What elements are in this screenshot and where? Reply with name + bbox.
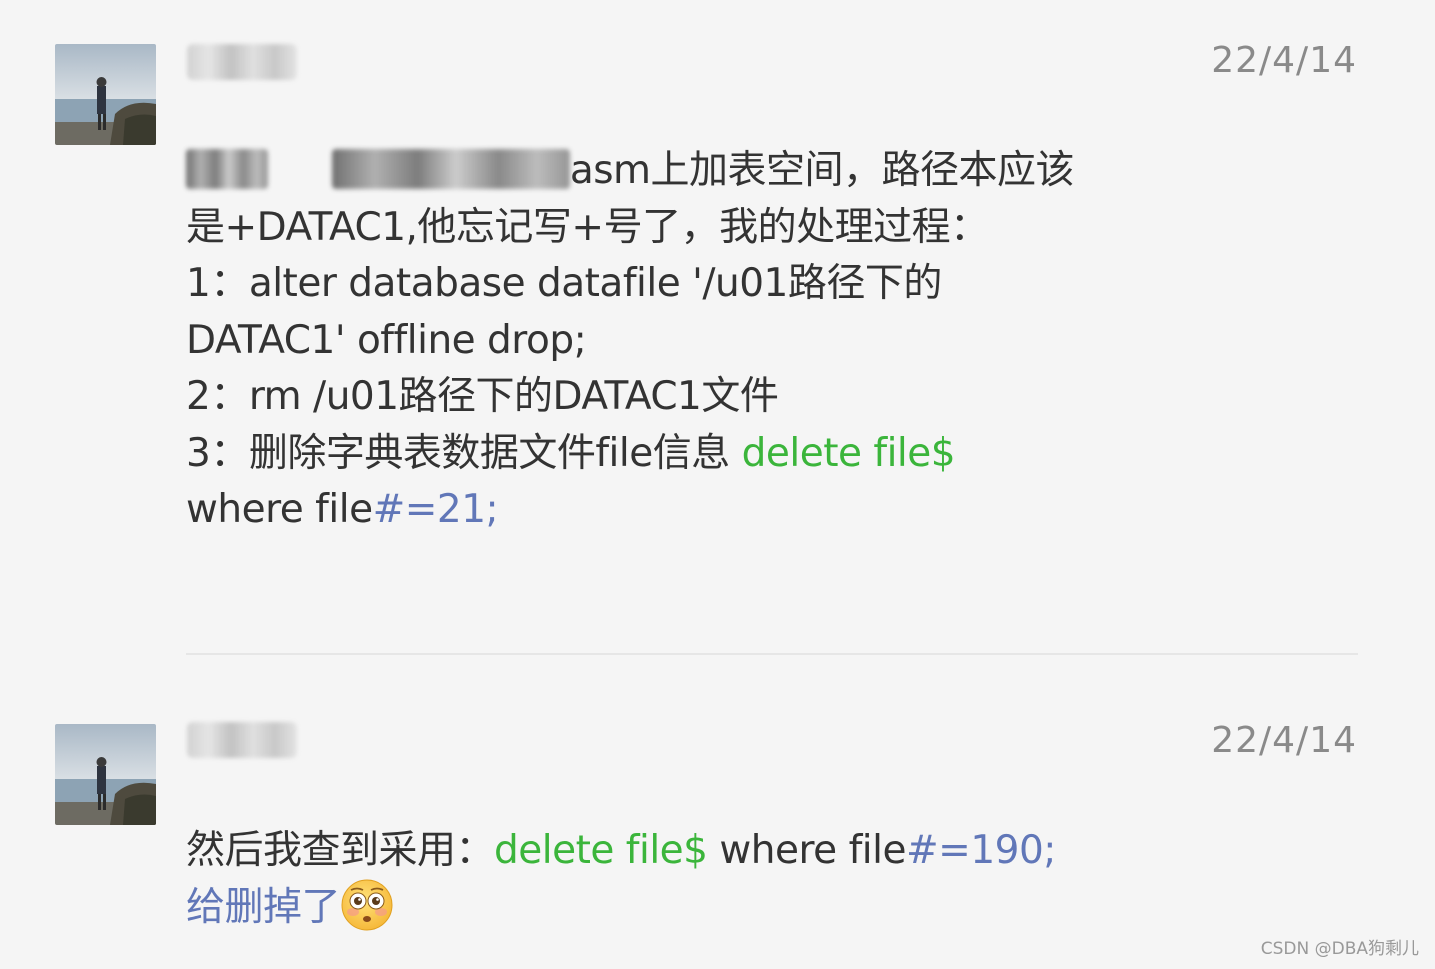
message-text: where file (707, 828, 906, 873)
message-line: asm上加表空间，路径本应该 (186, 143, 1126, 200)
avatar[interactable] (55, 44, 156, 145)
message-text: where file (186, 487, 373, 532)
message-line: DATAC1' offline drop; (186, 317, 587, 363)
message-line: 是+DATAC1,他忘记写+号了，我的处理过程： (186, 204, 989, 250)
redacted-text (186, 148, 268, 189)
watermark: CSDN @DBA狗剩儿 (1260, 939, 1419, 959)
message-text: asm上加表空间，路径本应该 (569, 148, 1075, 193)
person-by-sea-icon (55, 44, 156, 145)
sender-name-blurred (187, 44, 297, 80)
message-body: 然后我查到采用：delete file$ where file#=190; 给删… (186, 823, 1126, 936)
message-line: where file#=21; (186, 482, 1126, 539)
redacted-text (331, 148, 570, 189)
message-line: 2：rm /u01路径下的DATAC1文件 (186, 374, 779, 419)
message-body: asm上加表空间，路径本应该 是+DATAC1,他忘记写+号了，我的处理过程： … (186, 143, 1126, 539)
avatar[interactable] (55, 724, 156, 825)
message-text: 然后我查到采用： (186, 828, 495, 873)
code-keyword: delete file$ (494, 828, 708, 873)
message-line: 然后我查到采用：delete file$ where file#=190; (186, 823, 1126, 880)
message-line: 3：删除字典表数据文件file信息 delete file$ (186, 426, 1126, 483)
message-text: 给删掉了 (186, 884, 341, 930)
sender-name-blurred (187, 722, 297, 758)
message-text: 3：删除字典表数据文件file信息 (186, 430, 742, 476)
code-value: #=21; (372, 487, 499, 532)
message-line: 给删掉了 (186, 878, 1126, 937)
code-keyword: delete file$ (741, 430, 956, 476)
message-date: 22/4/14 (1211, 720, 1357, 761)
flushed-face-emoji-icon (340, 878, 394, 932)
message-line: 1：alter database datafile '/u01路径下的 (186, 261, 942, 306)
message-date: 22/4/14 (1211, 40, 1357, 81)
person-by-sea-icon (55, 724, 156, 825)
message-divider (186, 653, 1358, 655)
chat-history-page: 22/4/14 asm上加表空间，路径本应该 是+DATAC1,他忘记写+号了，… (0, 0, 1435, 969)
code-value: #=190; (905, 828, 1056, 873)
